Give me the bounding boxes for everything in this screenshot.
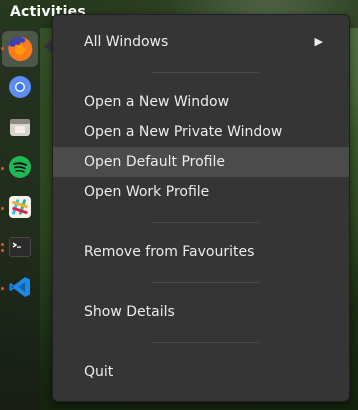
- menu-item-new-private-window[interactable]: Open a New Private Window: [53, 117, 349, 147]
- menu-item-label: Show Details: [84, 304, 175, 320]
- menu-item-label: Open Work Profile: [84, 184, 210, 200]
- submenu-arrow-icon: ▶: [314, 35, 323, 48]
- files-icon: [10, 119, 30, 136]
- menu-item-quit[interactable]: Quit: [53, 357, 349, 387]
- dock-item-firefox[interactable]: [2, 31, 38, 67]
- dock-item-chromium[interactable]: [4, 71, 36, 103]
- menu-item-label: Remove from Favourites: [84, 244, 255, 260]
- menu-item-work-profile[interactable]: Open Work Profile: [53, 177, 349, 207]
- dock-item-terminal[interactable]: [4, 231, 36, 263]
- slack-icon: [9, 196, 31, 218]
- running-indicator: [1, 287, 4, 290]
- menu-item-show-details[interactable]: Show Details: [53, 297, 349, 327]
- dock: [0, 28, 40, 410]
- menu-separator: [151, 282, 259, 283]
- running-indicator: [1, 243, 4, 246]
- menu-item-remove-favourites[interactable]: Remove from Favourites: [53, 237, 349, 267]
- menu-item-label: Open a New Window: [84, 94, 230, 110]
- dock-item-slack[interactable]: [4, 191, 36, 223]
- menu-item-default-profile[interactable]: Open Default Profile: [53, 147, 349, 177]
- running-indicator: [1, 207, 4, 210]
- spotify-icon: [9, 156, 31, 178]
- firefox-icon: [8, 36, 33, 61]
- dock-item-vscode[interactable]: [4, 271, 36, 303]
- menu-item-label: Open Default Profile: [84, 154, 225, 170]
- dock-item-spotify[interactable]: [4, 151, 36, 183]
- vscode-icon: [9, 277, 30, 297]
- menu-separator: [151, 72, 259, 73]
- running-indicator: [1, 167, 4, 170]
- menu-item-all-windows[interactable]: All Windows ▶: [53, 27, 349, 57]
- menu-item-new-window[interactable]: Open a New Window: [53, 87, 349, 117]
- dock-item-files[interactable]: [4, 111, 36, 143]
- terminal-icon: [9, 237, 31, 257]
- menu-item-label: Quit: [84, 364, 114, 380]
- menu-item-label: All Windows: [84, 34, 169, 50]
- menu-separator: [151, 342, 259, 343]
- running-indicator: [1, 249, 4, 252]
- app-context-menu: All Windows ▶ Open a New Window Open a N…: [52, 14, 350, 402]
- menu-item-label: Open a New Private Window: [84, 124, 283, 140]
- chromium-icon: [9, 76, 31, 98]
- menu-separator: [151, 222, 259, 223]
- running-indicator: [1, 47, 4, 50]
